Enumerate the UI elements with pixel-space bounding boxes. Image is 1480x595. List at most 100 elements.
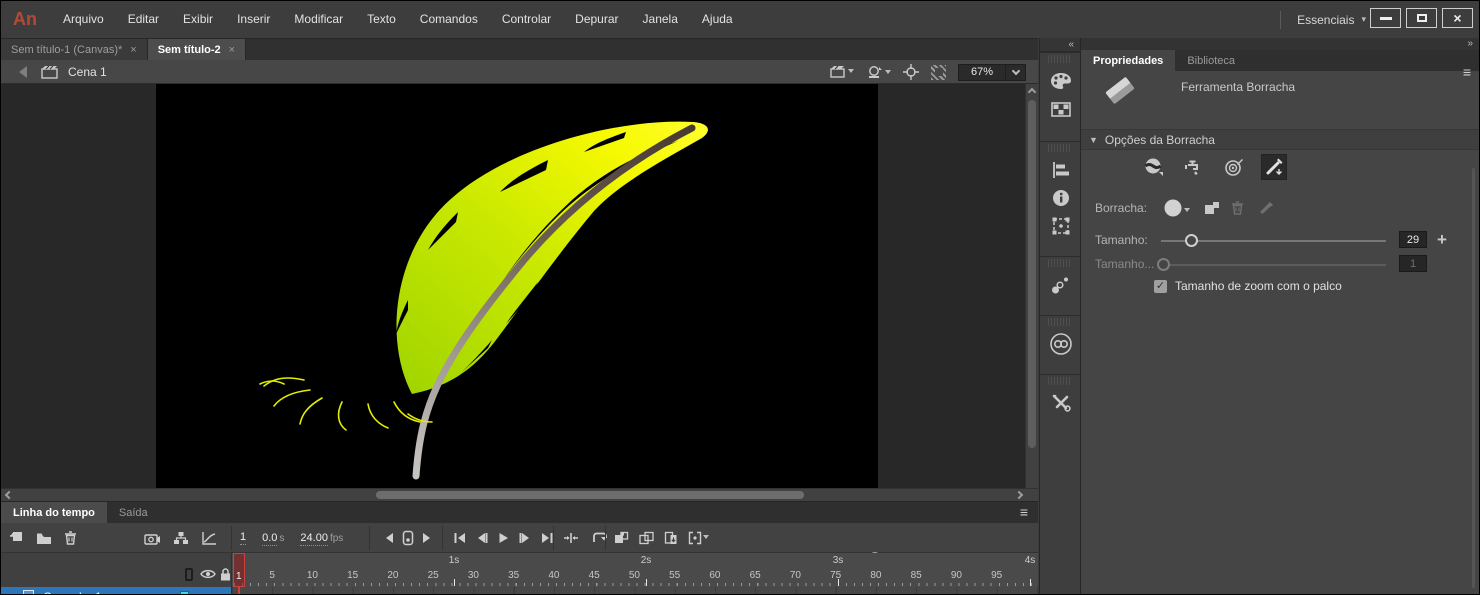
info-icon[interactable] bbox=[1040, 184, 1082, 212]
delete-layer-trash-icon[interactable] bbox=[64, 531, 77, 545]
playhead-marker[interactable]: 1 bbox=[233, 553, 245, 587]
add-shape-icon[interactable] bbox=[1204, 201, 1220, 216]
go-first-frame-icon[interactable] bbox=[453, 532, 467, 544]
dock-grip[interactable] bbox=[1048, 55, 1072, 63]
parenting-view-icon[interactable] bbox=[173, 531, 189, 545]
edit-symbols-button[interactable] bbox=[866, 65, 891, 80]
menu-item-2[interactable]: Editar bbox=[116, 1, 171, 38]
stage-zoom-dropdown[interactable] bbox=[1006, 63, 1026, 81]
size-value-box[interactable]: 29 bbox=[1399, 231, 1427, 248]
playhead-toggle-icon[interactable] bbox=[402, 530, 414, 546]
edit-multiple-frames-icon[interactable] bbox=[664, 531, 678, 545]
panel-scrollbar[interactable] bbox=[1472, 168, 1475, 588]
lock-icon[interactable] bbox=[220, 568, 231, 581]
tab-output[interactable]: Saída bbox=[107, 502, 160, 523]
close-button[interactable]: × bbox=[1442, 8, 1473, 28]
menu-item-7[interactable]: Comandos bbox=[408, 1, 490, 38]
scroll-right-arrow-icon[interactable] bbox=[1014, 490, 1024, 500]
edit-scene-button[interactable] bbox=[830, 65, 854, 79]
new-folder-icon[interactable] bbox=[36, 532, 52, 545]
menu-item-6[interactable]: Texto bbox=[355, 1, 408, 38]
timeline-ruler[interactable]: 1s 2s 3s 4s 5 10 15 20 25 30 35 40 45 50 55 60 65 70 75 80… bbox=[231, 553, 1038, 587]
eraser-options-section-header[interactable]: ▼ Opções da Borracha bbox=[1081, 129, 1479, 150]
menu-item-11[interactable]: Ajuda bbox=[690, 1, 745, 38]
feather-artwork[interactable] bbox=[156, 84, 878, 488]
swatches-icon[interactable] bbox=[1040, 95, 1082, 123]
horizontal-scrollbar-thumb[interactable] bbox=[376, 491, 804, 499]
menu-item-5[interactable]: Modificar bbox=[282, 1, 355, 38]
dock-grip[interactable] bbox=[1048, 144, 1072, 152]
minimize-button[interactable] bbox=[1370, 8, 1401, 28]
dock-grip[interactable] bbox=[1048, 318, 1072, 326]
maximize-button[interactable] bbox=[1406, 8, 1437, 28]
center-stage-icon[interactable] bbox=[903, 64, 919, 80]
menu-item-9[interactable]: Depurar bbox=[563, 1, 630, 38]
visibility-eye-icon[interactable] bbox=[200, 568, 216, 580]
dock-grip[interactable] bbox=[1048, 377, 1072, 385]
layer-row-camada1[interactable]: Camada_1 bbox=[1, 587, 231, 594]
color-palette-icon[interactable] bbox=[1040, 67, 1082, 95]
menu-item-8[interactable]: Controlar bbox=[490, 1, 563, 38]
menu-item-10[interactable]: Janela bbox=[631, 1, 690, 38]
doc-tab-2-close-icon[interactable]: × bbox=[229, 44, 235, 56]
frame-rate[interactable]: 24.00 fps bbox=[300, 532, 343, 546]
step-frame-forward-icon[interactable] bbox=[518, 532, 532, 544]
onion-skin-icon[interactable] bbox=[614, 531, 629, 545]
elapsed-time[interactable]: 0.0 s bbox=[262, 532, 284, 546]
new-layer-icon[interactable] bbox=[9, 531, 24, 545]
brush-dots-icon[interactable] bbox=[1040, 271, 1082, 299]
clip-content-outside-stage-icon[interactable] bbox=[931, 64, 946, 80]
erase-lines-button[interactable] bbox=[1261, 154, 1287, 180]
size-slider-knob[interactable] bbox=[1185, 234, 1198, 247]
size-increment-button[interactable]: + bbox=[1437, 230, 1447, 250]
doc-tab-1-close-icon[interactable]: × bbox=[130, 44, 136, 56]
elapsed-time-value[interactable]: 0.0 bbox=[262, 532, 278, 546]
center-frame-icon[interactable] bbox=[563, 531, 579, 545]
eraser-shape-circle-button[interactable] bbox=[1163, 198, 1190, 218]
go-last-frame-icon[interactable] bbox=[540, 532, 554, 544]
current-frame-counter[interactable]: 1 bbox=[240, 531, 247, 545]
timeline-panel-menu-icon[interactable]: ≡ bbox=[1020, 505, 1028, 519]
canvas-pasteboard[interactable] bbox=[1, 84, 1038, 488]
scene-name[interactable]: Cena 1 bbox=[68, 65, 107, 79]
tab-properties[interactable]: Propriedades bbox=[1081, 50, 1176, 71]
tools-wrench-icon[interactable] bbox=[1040, 389, 1082, 417]
delete-shape-trash-icon[interactable] bbox=[1231, 201, 1244, 215]
horizontal-scrollbar[interactable] bbox=[1, 488, 1038, 501]
eraser-mode-button[interactable] bbox=[1141, 154, 1167, 180]
creative-cloud-icon[interactable] bbox=[1040, 330, 1082, 358]
dock-collapse-button[interactable]: « bbox=[1040, 38, 1080, 52]
faucet-button[interactable] bbox=[1181, 154, 1207, 180]
edit-shape-pencil-icon[interactable] bbox=[1258, 201, 1274, 216]
step-frame-back-icon[interactable] bbox=[475, 532, 489, 544]
workspace-switcher[interactable]: Essenciais ▾ bbox=[1280, 1, 1366, 38]
back-arrow-icon[interactable] bbox=[13, 65, 27, 78]
tab-timeline[interactable]: Linha do tempo bbox=[1, 502, 107, 523]
panel-collapse-button[interactable]: » bbox=[1081, 38, 1479, 50]
doc-tab-1[interactable]: Sem título-1 (Canvas)* × bbox=[1, 39, 148, 60]
section-collapse-icon[interactable]: ▼ bbox=[1089, 135, 1098, 145]
dock-grip[interactable] bbox=[1048, 259, 1072, 267]
stage-zoom-value[interactable]: 67% bbox=[958, 63, 1006, 81]
workspace-dropdown-icon[interactable]: ▾ bbox=[1361, 14, 1366, 25]
transform-icon[interactable] bbox=[1040, 212, 1082, 240]
stage[interactable] bbox=[156, 84, 878, 488]
play-icon[interactable] bbox=[497, 532, 510, 544]
menu-item-3[interactable]: Exibir bbox=[171, 1, 225, 38]
outline-column-icon[interactable] bbox=[185, 568, 193, 581]
graph-view-icon[interactable] bbox=[201, 531, 217, 545]
layer-outline-color-swatch[interactable] bbox=[180, 591, 189, 594]
step-forward-icon[interactable] bbox=[423, 533, 435, 543]
workspace-label[interactable]: Essenciais bbox=[1297, 13, 1354, 27]
erase-fills-button[interactable] bbox=[1221, 154, 1247, 180]
scroll-left-arrow-icon[interactable] bbox=[4, 490, 14, 500]
vertical-scrollbar[interactable] bbox=[1025, 84, 1038, 488]
scroll-up-arrow-icon[interactable] bbox=[1027, 87, 1037, 97]
menu-item-4[interactable]: Inserir bbox=[225, 1, 282, 38]
size-slider[interactable] bbox=[1161, 234, 1386, 247]
layer-name[interactable]: Camada_1 bbox=[43, 590, 102, 594]
onion-skin-outlines-icon[interactable] bbox=[639, 531, 654, 545]
frame-grid[interactable] bbox=[231, 587, 1038, 594]
camera-icon[interactable] bbox=[144, 532, 161, 545]
frame-rate-value[interactable]: 24.00 bbox=[300, 532, 328, 546]
